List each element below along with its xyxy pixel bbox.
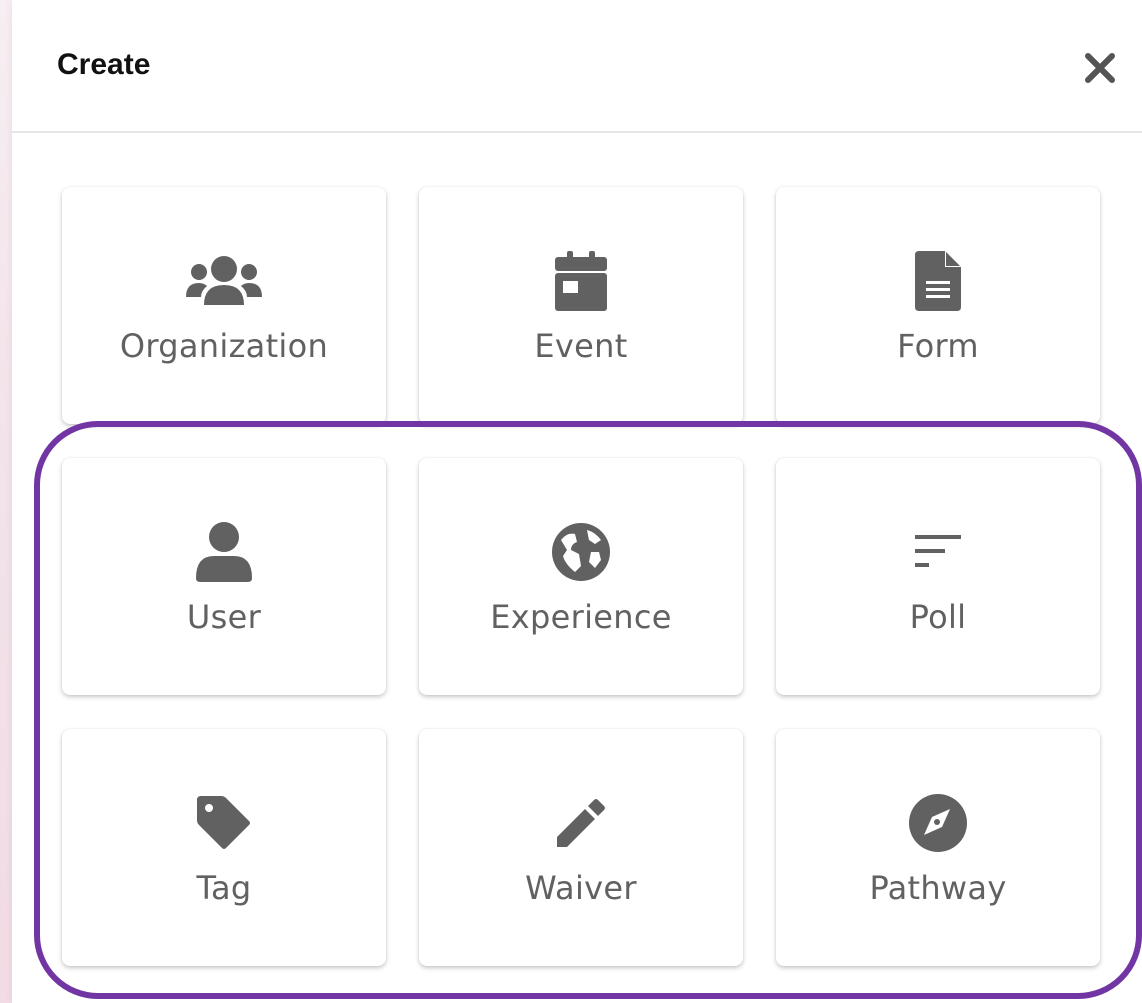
document-icon [915,251,961,311]
create-dialog: Create Organization Event Form User Expe… [12,0,1142,1003]
card-label: Tag [196,869,252,907]
user-icon [196,522,252,582]
tag-icon [197,796,250,849]
create-tag-card[interactable]: Tag [62,729,386,966]
compass-icon [909,794,967,852]
card-label: Experience [490,598,672,636]
card-label: Organization [119,327,329,365]
create-form-card[interactable]: Form [776,187,1100,424]
card-label: Form [897,327,979,365]
dialog-title: Create [57,48,151,81]
card-label: Waiver [525,869,637,907]
create-waiver-card[interactable]: Waiver [419,729,743,966]
calendar-icon [555,251,607,311]
card-label: Poll [909,598,967,636]
create-event-card[interactable]: Event [419,187,743,424]
card-label: Pathway [869,869,1007,907]
sort-lines-icon [915,535,961,567]
card-label: Event [534,327,628,365]
create-poll-card[interactable]: Poll [776,458,1100,695]
globe-icon [552,523,610,581]
create-experience-card[interactable]: Experience [419,458,743,695]
close-button[interactable] [1082,50,1118,86]
dialog-header: Create [12,0,1142,133]
pencil-icon [557,799,605,847]
group-icon [186,256,262,305]
create-organization-card[interactable]: Organization [62,187,386,424]
create-pathway-card[interactable]: Pathway [776,729,1100,966]
card-label: User [186,598,262,636]
close-icon [1085,53,1115,83]
create-user-card[interactable]: User [62,458,386,695]
